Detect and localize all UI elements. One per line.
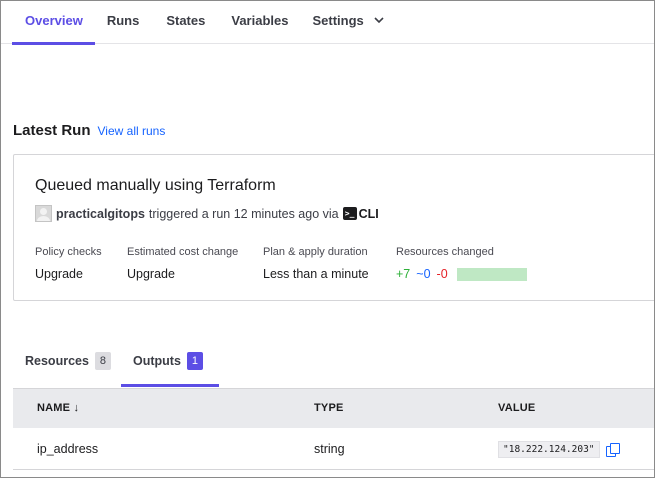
output-name: ip_address [37, 442, 99, 456]
run-action-text: triggered a run 12 minutes ago via [148, 206, 339, 221]
workspace-tabs: Overview Runs States Variables Settings [1, 1, 654, 45]
tab-states[interactable]: States [166, 1, 205, 44]
stat-label: Estimated cost change [127, 246, 239, 258]
output-value-cell: "18.222.124.203" [498, 441, 620, 458]
tab-outputs-label: Outputs [133, 354, 181, 368]
stat-duration: Plan & apply duration Less than a minute [263, 246, 369, 281]
tab-outputs[interactable]: Outputs 1 [133, 352, 203, 370]
resources-added: +7 [396, 267, 411, 281]
run-title[interactable]: Queued manually using Terraform [35, 177, 276, 195]
resources-changed-values: +7 ~0 -0 [396, 267, 527, 281]
resources-destroyed: -0 [436, 267, 448, 281]
chevron-down-icon [374, 17, 384, 24]
stat-label: Plan & apply duration [263, 246, 368, 258]
tab-resources[interactable]: Resources 8 [25, 352, 111, 370]
resources-changed: ~0 [416, 267, 431, 281]
output-type: string [314, 442, 345, 456]
column-header-type: TYPE [314, 402, 344, 414]
copy-icon[interactable] [605, 443, 620, 457]
workspace-frame: Overview Runs States Variables Settings … [0, 0, 655, 478]
run-user: practicalgitops [56, 206, 145, 221]
resources-count-badge: 8 [94, 352, 111, 370]
resource-output-tabs: Resources 8 Outputs 1 [13, 339, 654, 387]
run-source: CLI [358, 206, 379, 221]
active-tab-indicator [121, 384, 219, 387]
tab-resources-label: Resources [25, 354, 89, 368]
resources-change-bar [456, 267, 527, 281]
stat-label: Resources changed [396, 246, 494, 258]
tab-runs[interactable]: Runs [107, 1, 140, 44]
stat-cost-change: Estimated cost change Upgrade [127, 246, 238, 281]
tab-variables[interactable]: Variables [231, 1, 288, 44]
tab-settings-label: Settings [312, 13, 364, 28]
outputs-count-badge: 1 [186, 352, 203, 370]
tab-overview[interactable]: Overview [12, 1, 95, 45]
tab-settings[interactable]: Settings [312, 1, 384, 44]
table-row: ip_address string "18.222.124.203" [13, 428, 654, 470]
avatar [35, 205, 52, 222]
column-header-name[interactable]: NAME ↓ [37, 402, 79, 414]
stat-value: Less than a minute [263, 267, 369, 281]
stat-value: Upgrade [127, 267, 175, 281]
latest-run-header: Latest Run View all runs [13, 122, 165, 139]
output-value: "18.222.124.203" [498, 441, 600, 458]
latest-run-card[interactable]: Queued manually using Terraform practica… [13, 154, 654, 301]
view-all-runs-link[interactable]: View all runs [98, 124, 166, 138]
stat-resources-changed: Resources changed +7 ~0 -0 [396, 246, 527, 281]
run-meta: practicalgitops triggered a run 12 minut… [35, 205, 379, 222]
stat-value: Upgrade [35, 267, 83, 281]
stat-label: Policy checks [35, 246, 102, 258]
stat-policy-checks: Policy checks Upgrade [35, 246, 102, 281]
latest-run-heading: Latest Run [13, 122, 91, 139]
outputs-table-header: NAME ↓ TYPE VALUE [13, 388, 654, 428]
terminal-icon: >_ [342, 207, 357, 220]
column-header-value: VALUE [498, 402, 536, 414]
